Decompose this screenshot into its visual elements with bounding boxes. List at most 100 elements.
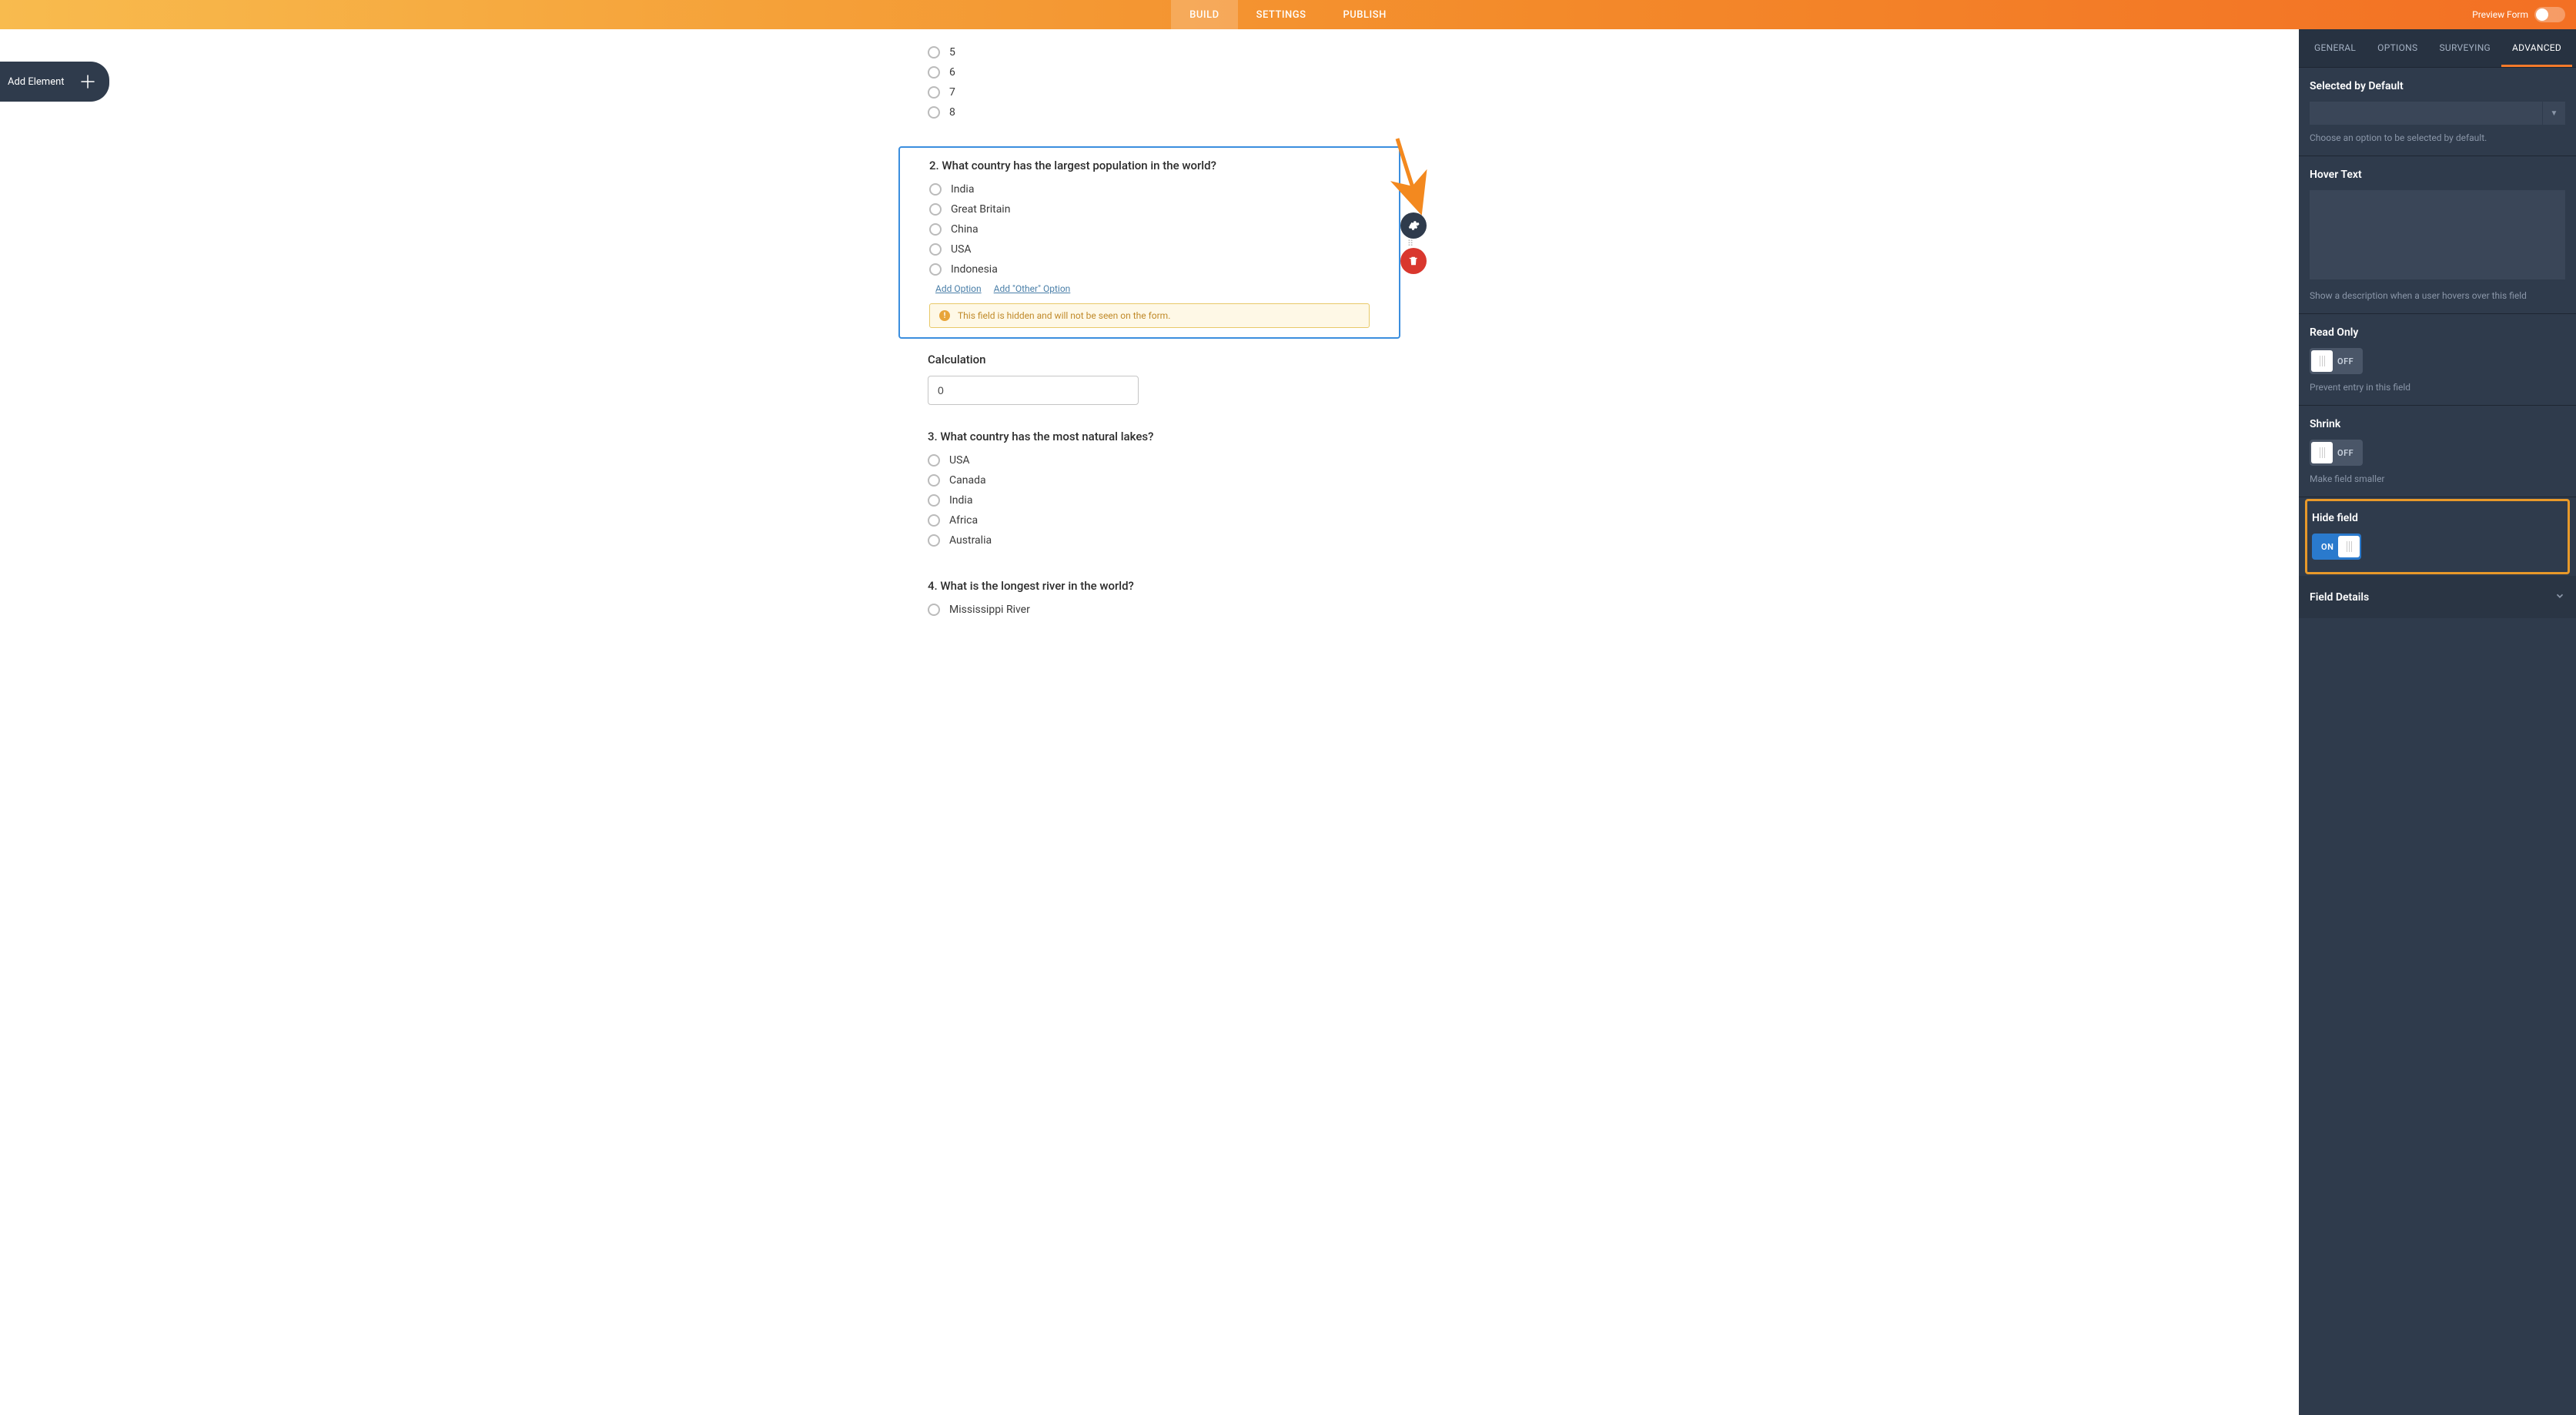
radio-label: China <box>951 223 979 236</box>
preview-form-label: Preview Form <box>2472 9 2528 20</box>
tab-settings[interactable]: SETTINGS <box>1238 0 1325 29</box>
radio-option[interactable]: USA <box>929 243 1370 256</box>
radio-icon <box>928 106 940 119</box>
radio-label: Mississippi River <box>949 604 1030 616</box>
radio-icon <box>928 454 940 467</box>
radio-label: Australia <box>949 534 992 547</box>
field-details-title: Field Details <box>2310 591 2369 604</box>
question-title: 2. What country has the largest populati… <box>929 159 1370 172</box>
section-title: Hover Text <box>2310 169 2565 181</box>
radio-label: USA <box>949 454 970 467</box>
shrink-toggle[interactable]: OFF <box>2310 440 2363 466</box>
radio-option[interactable]: USA <box>928 454 1371 467</box>
radio-icon <box>928 46 940 59</box>
arrow-annotation-icon <box>1376 134 1430 219</box>
radio-label: Great Britain <box>951 203 1010 216</box>
radio-icon <box>929 263 942 276</box>
chevron-down-icon <box>2554 590 2565 604</box>
radio-icon <box>929 243 942 256</box>
radio-icon <box>928 534 940 547</box>
field-settings-button[interactable] <box>1400 212 1427 239</box>
panel-tab-general[interactable]: GENERAL <box>2303 29 2367 67</box>
add-element-button[interactable]: Add Element <box>0 62 109 102</box>
question-title: 4. What is the longest river in the worl… <box>928 579 1371 593</box>
tab-publish[interactable]: PUBLISH <box>1325 0 1405 29</box>
radio-label: Indonesia <box>951 263 998 276</box>
radio-option[interactable]: Great Britain <box>929 203 1370 216</box>
panel-tab-surveying[interactable]: SURVEYING <box>2428 29 2501 67</box>
warning-icon: ! <box>939 310 950 321</box>
hover-text-section: Hover Text Show a description when a use… <box>2299 156 2576 314</box>
radio-icon <box>928 66 940 79</box>
radio-icon <box>929 203 942 216</box>
toggle-state: OFF <box>2333 356 2361 366</box>
panel-tab-advanced[interactable]: ADVANCED <box>2501 29 2572 67</box>
question-title: 3. What country has the most natural lak… <box>928 430 1371 443</box>
shrink-section: Shrink OFF Make field smaller <box>2299 406 2576 497</box>
radio-option[interactable]: 7 <box>928 86 1371 99</box>
calculation-label: Calculation <box>928 353 1371 366</box>
selected-by-default-section: Selected by Default ▼ Choose an option t… <box>2299 68 2576 156</box>
read-only-toggle[interactable]: OFF <box>2310 348 2363 374</box>
section-help: Show a description when a user hovers ov… <box>2310 290 2565 301</box>
section-title: Shrink <box>2310 418 2565 430</box>
calculation-input[interactable] <box>928 376 1139 405</box>
add-element-label: Add Element <box>8 76 65 88</box>
section-title: Selected by Default <box>2310 80 2565 92</box>
add-other-option-link[interactable]: Add "Other" Option <box>994 283 1071 294</box>
radio-option[interactable]: Mississippi River <box>928 604 1371 616</box>
radio-option[interactable]: Africa <box>928 514 1371 527</box>
section-title: Hide field <box>2312 512 2563 524</box>
tab-build[interactable]: BUILD <box>1171 0 1237 29</box>
selected-default-select[interactable]: ▼ <box>2310 102 2565 125</box>
radio-option[interactable]: India <box>929 183 1370 196</box>
calculation-block[interactable]: Calculation <box>894 343 1405 420</box>
radio-icon <box>928 514 940 527</box>
hide-field-toggle[interactable]: ON <box>2312 534 2361 560</box>
form-canvas: 5 6 7 8 <box>0 29 2299 1415</box>
radio-icon <box>928 494 940 507</box>
question-block[interactable]: 4. What is the longest river in the worl… <box>894 570 1405 639</box>
radio-option[interactable]: 5 <box>928 46 1371 59</box>
field-details-accordion[interactable]: Field Details <box>2299 576 2576 618</box>
radio-option[interactable]: Indonesia <box>929 263 1370 276</box>
section-help: Choose an option to be selected by defau… <box>2310 132 2565 143</box>
chevron-down-icon: ▼ <box>2542 102 2565 125</box>
add-option-link[interactable]: Add Option <box>935 283 982 294</box>
section-title: Read Only <box>2310 326 2565 339</box>
topnav-tabs: BUILD SETTINGS PUBLISH <box>1171 0 1405 29</box>
top-nav: BUILD SETTINGS PUBLISH Preview Form <box>0 0 2576 29</box>
question-block[interactable]: 3. What country has the most natural lak… <box>894 420 1405 570</box>
question-block-selected[interactable]: 2. What country has the largest populati… <box>898 146 1400 339</box>
radio-label: 7 <box>949 86 955 99</box>
question-block[interactable]: 5 6 7 8 <box>894 37 1405 142</box>
radio-option[interactable]: Australia <box>928 534 1371 547</box>
radio-label: 8 <box>949 106 955 119</box>
radio-label: 6 <box>949 66 955 79</box>
panel-tab-options[interactable]: OPTIONS <box>2367 29 2428 67</box>
radio-option[interactable]: India <box>928 494 1371 507</box>
plus-icon <box>79 72 97 91</box>
radio-label: Africa <box>949 514 978 527</box>
radio-icon <box>929 223 942 236</box>
topnav-right: Preview Form <box>2472 7 2565 22</box>
radio-icon <box>929 183 942 196</box>
radio-icon <box>928 604 940 616</box>
radio-option[interactable]: 8 <box>928 106 1371 119</box>
trash-icon <box>1408 256 1419 266</box>
radio-option[interactable]: China <box>929 223 1370 236</box>
radio-label: USA <box>951 243 972 256</box>
toggle-state: ON <box>2313 542 2338 552</box>
warning-text: This field is hidden and will not be see… <box>958 310 1170 321</box>
radio-label: India <box>951 183 974 196</box>
field-delete-button[interactable] <box>1400 248 1427 274</box>
hover-text-textarea[interactable] <box>2310 190 2565 279</box>
settings-panel: GENERAL OPTIONS SURVEYING ADVANCED Selec… <box>2299 29 2576 1415</box>
section-help: Prevent entry in this field <box>2310 382 2565 393</box>
gear-icon <box>1407 219 1420 232</box>
preview-form-toggle[interactable] <box>2534 7 2565 22</box>
radio-label: India <box>949 494 972 507</box>
radio-option[interactable]: Canada <box>928 474 1371 487</box>
section-help: Make field smaller <box>2310 473 2565 484</box>
radio-option[interactable]: 6 <box>928 66 1371 79</box>
